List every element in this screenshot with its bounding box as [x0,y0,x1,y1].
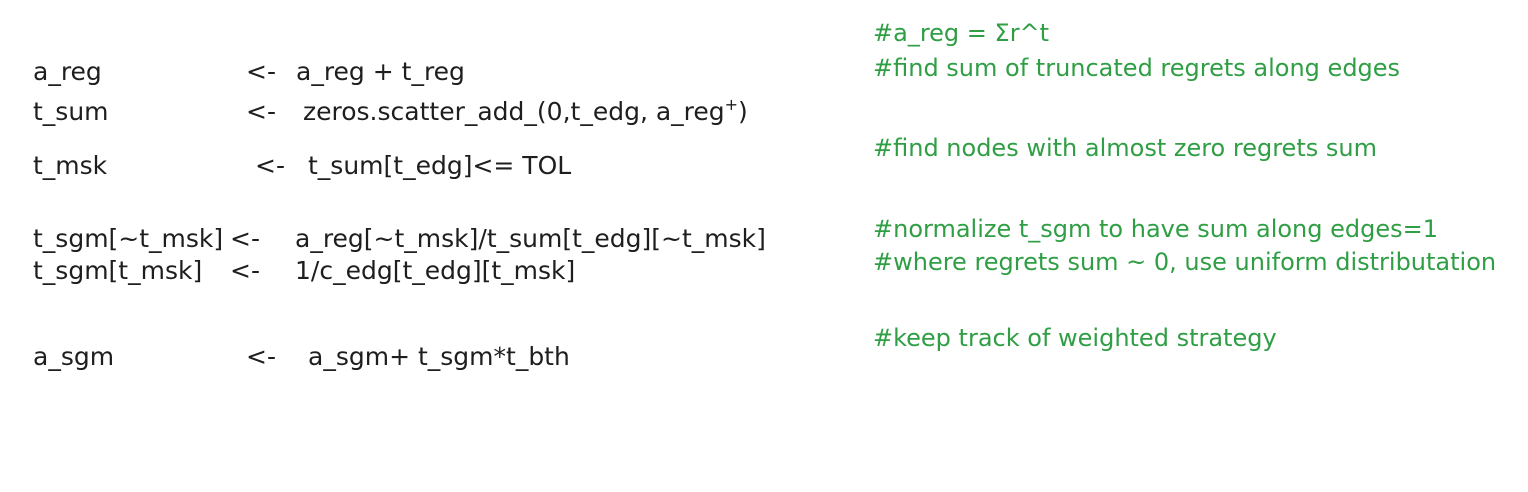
comment-find-sum: #find sum of truncated regrets along edg… [873,54,1401,82]
code-lhs: a_sgm [33,342,115,371]
code-rhs: a_reg[~t_msk]/t_sum[t_edg][~t_msk] [295,224,766,253]
code-line-t-msk: t_msk <- t_sum[t_edg]<= TOL [33,151,793,181]
comment-weighted-strategy: #keep track of weighted strategy [873,324,1277,352]
comment-a-reg: #a_reg = Σr^t [873,19,1050,47]
code-lhs: a_reg [33,57,102,86]
assign-arrow: <- [246,57,276,86]
code-lhs: t_sgm[~t_msk] [33,224,224,253]
assign-arrow: <- [230,256,260,285]
code-line-t-sum: t_sum <- zeros.scatter_add_(0,t_edg, a_r… [33,97,793,127]
code-line-a-reg: a_reg <- a_reg + t_reg [33,57,793,87]
code-rhs: a_reg + t_reg [296,57,465,86]
code-lhs: t_sgm[t_msk] [33,256,203,285]
code-line-t-sgm-not-msk: t_sgm[~t_msk] <- a_reg[~t_msk]/t_sum[t_e… [33,224,833,254]
code-line-t-sgm-msk: t_sgm[t_msk] <- 1/c_edg[t_edg][t_msk] [33,256,793,286]
code-rhs: 1/c_edg[t_edg][t_msk] [295,256,576,285]
code-rhs-superscript: + [724,95,739,114]
comment-normalize: #normalize t_sgm to have sum along edges… [873,215,1438,243]
pseudocode-canvas: a_reg <- a_reg + t_reg t_sum <- zeros.sc… [0,0,1528,418]
code-lhs: t_msk [33,151,108,180]
comment-find-nodes: #find nodes with almost zero regrets sum [873,134,1377,162]
comment-uniform: #where regrets sum ~ 0, use uniform dist… [873,248,1497,276]
code-rhs: zeros.scatter_add_(0,t_edg, a_reg+) [303,97,748,127]
assign-arrow: <- [246,97,276,126]
code-line-a-sgm: a_sgm <- a_sgm+ t_sgm*t_bth [33,342,793,372]
code-rhs-tail: ) [738,97,748,126]
assign-arrow: <- [230,224,260,253]
code-lhs: t_sum [33,97,109,126]
code-rhs-main: zeros.scatter_add_(0,t_edg, a_reg [303,97,725,126]
assign-arrow: <- [255,151,285,180]
assign-arrow: <- [246,342,276,371]
code-rhs: a_sgm+ t_sgm*t_bth [308,342,570,371]
code-rhs: t_sum[t_edg]<= TOL [308,151,572,180]
